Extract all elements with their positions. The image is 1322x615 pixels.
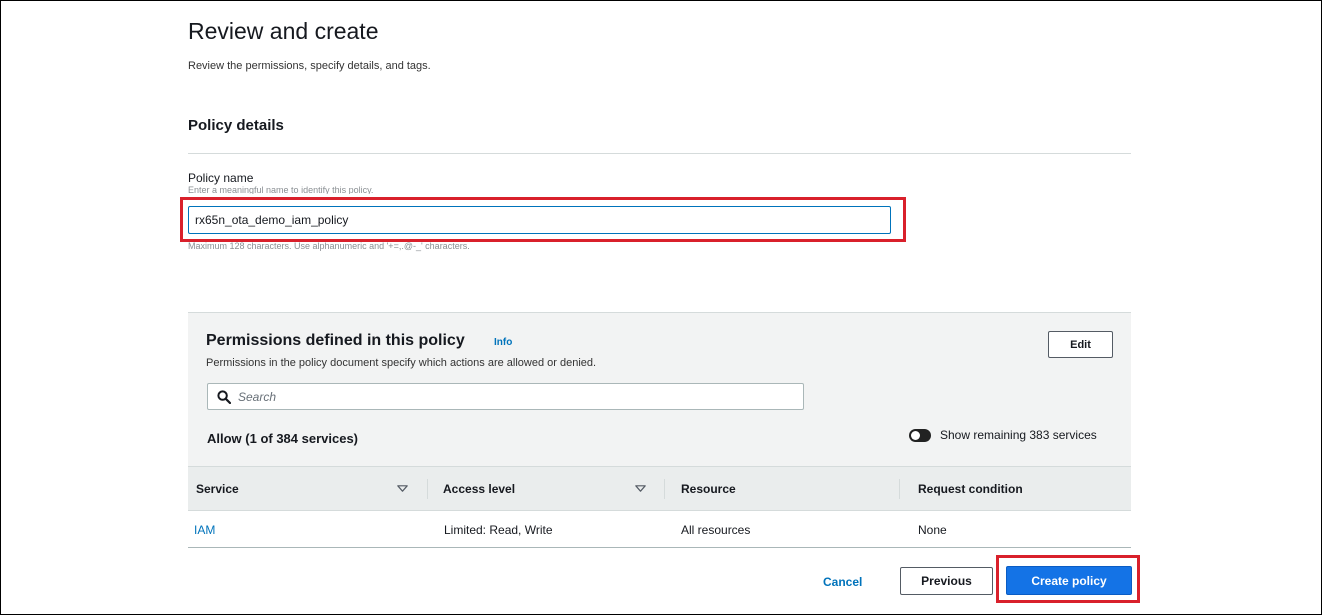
- toggle-knob: [911, 431, 920, 440]
- show-remaining-toggle[interactable]: [909, 429, 931, 442]
- page-title: Review and create: [188, 18, 379, 44]
- sort-caret-down-icon[interactable]: [635, 485, 646, 492]
- search-icon: [217, 390, 231, 404]
- table-row: IAM Limited: Read, Write All resources N…: [188, 511, 1131, 548]
- column-header-service[interactable]: Service: [196, 482, 239, 496]
- search-box[interactable]: [207, 383, 804, 410]
- highlight-box-policy-name: [180, 197, 906, 242]
- edit-button[interactable]: Edit: [1048, 331, 1113, 358]
- column-separator: [427, 479, 428, 499]
- allow-heading: Allow (1 of 384 services): [207, 431, 359, 446]
- permissions-title: Permissions defined in this policy: [206, 332, 465, 349]
- policy-name-label: Policy name: [188, 171, 254, 185]
- column-header-request-condition: Request condition: [918, 482, 1023, 496]
- policy-name-constraint: Maximum 128 characters. Use alphanumeric…: [188, 241, 470, 251]
- page-subtitle: Review the permissions, specify details,…: [188, 60, 431, 72]
- table-header: Service Access level Resource Request co…: [188, 466, 1131, 511]
- highlight-box-create-policy: [996, 555, 1140, 603]
- column-separator: [664, 479, 665, 499]
- toggle-label: Show remaining 383 services: [940, 428, 1097, 442]
- section-title-policy-details: Policy details: [188, 117, 284, 134]
- column-header-access-level[interactable]: Access level: [443, 482, 515, 496]
- access-level-cell: Limited: Read, Write: [444, 523, 553, 537]
- info-link[interactable]: Info: [494, 337, 512, 348]
- request-condition-cell: None: [918, 523, 947, 537]
- section-divider: [188, 153, 1131, 154]
- column-separator: [899, 479, 900, 499]
- permissions-description: Permissions in the policy document speci…: [206, 357, 597, 369]
- resource-cell: All resources: [681, 523, 751, 537]
- service-link-iam[interactable]: IAM: [194, 523, 215, 537]
- sort-caret-down-icon[interactable]: [397, 485, 408, 492]
- cancel-button[interactable]: Cancel: [823, 575, 862, 589]
- column-header-resource: Resource: [681, 482, 736, 496]
- previous-button[interactable]: Previous: [900, 567, 993, 595]
- policy-name-description: Enter a meaningful name to identify this…: [188, 186, 374, 194]
- search-input[interactable]: [238, 385, 798, 408]
